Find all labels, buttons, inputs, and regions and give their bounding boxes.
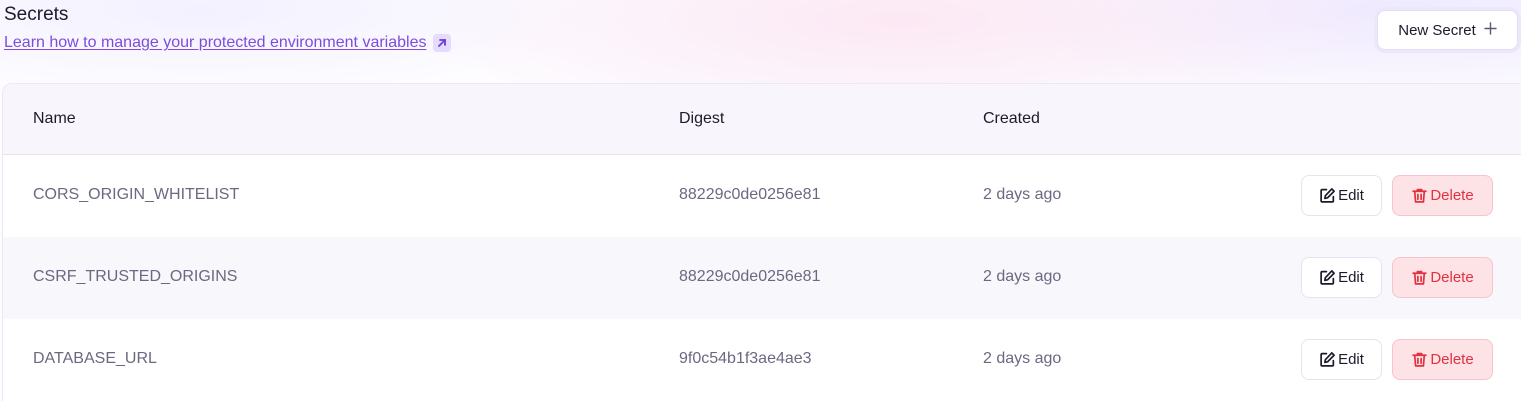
secrets-page: Secrets Learn how to manage your protect… [0, 0, 1521, 401]
secret-digest: 9f0c54b1f3ae4ae3 [679, 350, 812, 367]
learn-more-link-text: Learn how to manage your protected envir… [4, 34, 427, 51]
secret-created: 2 days ago [983, 186, 1062, 203]
secrets-table: Name Digest Created CORS_ORIGIN_WHITELIS… [2, 83, 1521, 401]
delete-button[interactable]: Delete [1392, 175, 1493, 216]
edit-button[interactable]: Edit [1301, 175, 1382, 216]
trash-icon [1411, 351, 1428, 368]
row-actions: Edit Delete [1301, 175, 1493, 216]
column-header-created: Created [983, 110, 1040, 127]
delete-button[interactable]: Delete [1392, 257, 1493, 298]
plus-icon [1484, 19, 1497, 41]
column-header-name: Name [33, 110, 76, 127]
secret-name: DATABASE_URL [33, 350, 157, 367]
secret-digest: 88229c0de0256e81 [679, 268, 821, 285]
secret-created: 2 days ago [983, 268, 1062, 285]
new-secret-label: New Secret [1398, 21, 1476, 39]
page-title: Secrets [4, 4, 69, 25]
edit-icon [1319, 351, 1336, 368]
edit-icon [1319, 187, 1336, 204]
delete-label: Delete [1430, 351, 1474, 368]
new-secret-button[interactable]: New Secret [1377, 10, 1518, 50]
secret-created: 2 days ago [983, 350, 1062, 367]
edit-label: Edit [1338, 269, 1364, 286]
page-header: Secrets Learn how to manage your protect… [4, 4, 452, 52]
edit-icon [1319, 269, 1336, 286]
learn-more-link[interactable]: Learn how to manage your protected envir… [4, 34, 452, 52]
delete-label: Delete [1430, 269, 1474, 286]
column-header-digest: Digest [679, 110, 725, 127]
edit-label: Edit [1338, 351, 1364, 368]
row-actions: Edit Delete [1301, 339, 1493, 380]
table-row: CSRF_TRUSTED_ORIGINS 88229c0de0256e81 2 … [3, 237, 1521, 319]
table-header: Name Digest Created [3, 84, 1521, 155]
row-actions: Edit Delete [1301, 257, 1493, 298]
delete-label: Delete [1430, 187, 1474, 204]
edit-label: Edit [1338, 187, 1364, 204]
delete-button[interactable]: Delete [1392, 339, 1493, 380]
secret-name: CORS_ORIGIN_WHITELIST [33, 186, 240, 203]
table-row: DATABASE_URL 9f0c54b1f3ae4ae3 2 days ago… [3, 319, 1521, 401]
trash-icon [1411, 269, 1428, 286]
trash-icon [1411, 187, 1428, 204]
table-row: CORS_ORIGIN_WHITELIST 88229c0de0256e81 2… [3, 155, 1521, 237]
edit-button[interactable]: Edit [1301, 257, 1382, 298]
secret-digest: 88229c0de0256e81 [679, 186, 821, 203]
edit-button[interactable]: Edit [1301, 339, 1382, 380]
secret-name: CSRF_TRUSTED_ORIGINS [33, 268, 238, 285]
external-link-icon [433, 34, 452, 52]
